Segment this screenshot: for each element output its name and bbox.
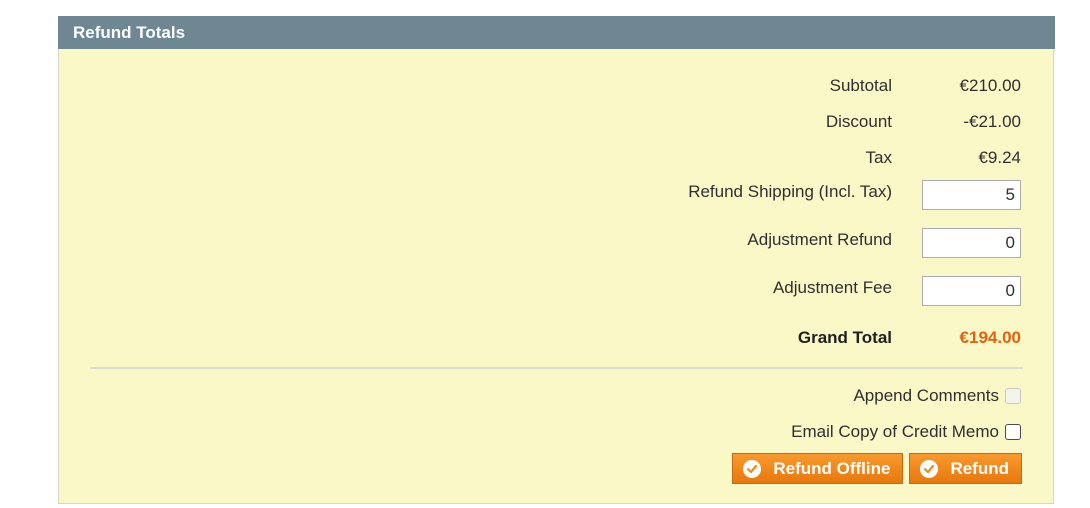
adjustment-fee-row: Adjustment Fee <box>773 276 1021 306</box>
refund-label: Refund <box>950 458 1009 478</box>
grand-total-value: €194.00 <box>959 328 1021 347</box>
check-circle-icon <box>743 459 762 478</box>
grand-total-row: Grand Total €194.00 <box>798 326 1021 350</box>
tax-label: Tax <box>865 148 892 167</box>
subtotal-row: Subtotal €210.00 <box>830 74 1021 98</box>
discount-value: -€21.00 <box>963 112 1021 131</box>
refund-offline-button[interactable]: Refund Offline <box>732 453 904 484</box>
email-copy-row: Email Copy of Credit Memo <box>791 420 1021 444</box>
refund-shipping-row: Refund Shipping (Incl. Tax) <box>688 180 1021 210</box>
tax-value: €9.24 <box>978 148 1021 167</box>
refund-offline-label: Refund Offline <box>773 458 891 478</box>
tax-row: Tax €9.24 <box>866 146 1021 170</box>
action-buttons: Refund Offline Refund <box>732 453 1022 484</box>
refund-button[interactable]: Refund <box>909 453 1022 484</box>
discount-label: Discount <box>825 112 892 131</box>
adjustment-fee-input[interactable] <box>922 276 1021 306</box>
append-comments-checkbox[interactable] <box>1005 388 1021 404</box>
divider <box>90 367 1023 369</box>
check-circle-icon <box>920 459 939 478</box>
adjustment-refund-input[interactable] <box>922 228 1021 258</box>
email-copy-label: Email Copy of Credit Memo <box>791 422 999 441</box>
refund-shipping-label: Refund Shipping (Incl. Tax) <box>688 182 892 201</box>
email-copy-checkbox[interactable] <box>1005 424 1021 440</box>
adjustment-refund-label: Adjustment Refund <box>747 230 892 249</box>
subtotal-label: Subtotal <box>829 76 892 95</box>
grand-total-label: Grand Total <box>797 328 892 347</box>
append-comments-row: Append Comments <box>853 384 1021 408</box>
discount-row: Discount -€21.00 <box>826 110 1021 134</box>
subtotal-value: €210.00 <box>959 76 1021 95</box>
refund-shipping-input[interactable] <box>922 180 1021 210</box>
adjustment-fee-label: Adjustment Fee <box>772 278 892 297</box>
panel-title: Refund Totals <box>58 16 1055 49</box>
adjustment-refund-row: Adjustment Refund <box>747 228 1021 258</box>
refund-totals-panel: Refund Totals Subtotal €210.00 Discount … <box>58 16 1055 504</box>
append-comments-label: Append Comments <box>853 386 999 405</box>
